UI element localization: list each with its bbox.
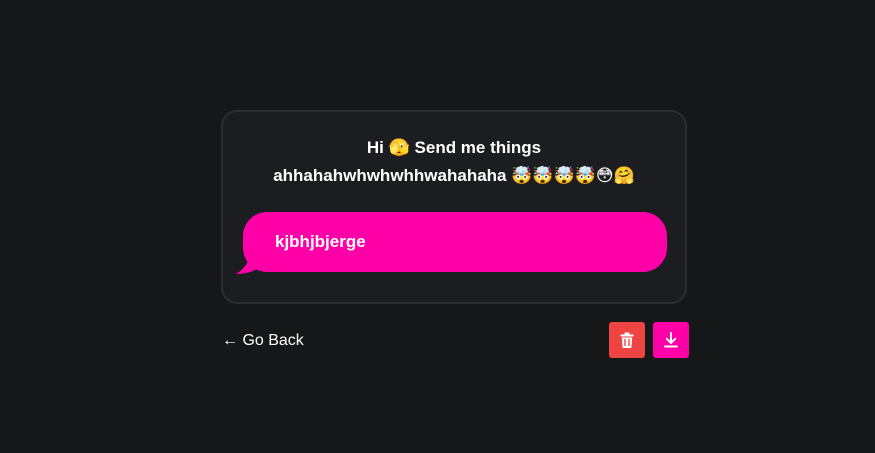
delete-button[interactable]: [609, 322, 645, 358]
prompt-line-2: ahhahahwhwhwhhwahahaha 🤯🤯🤯🤯😳🤗: [273, 166, 635, 185]
message-bubble: kjbhjbjerge: [243, 212, 667, 272]
message-text: kjbhjbjerge: [275, 232, 366, 251]
download-icon: [664, 332, 678, 348]
trash-icon: [620, 332, 634, 348]
message-card: Hi 🫣 Send me things ahhahahwhwhwhhwahaha…: [221, 110, 687, 304]
download-button[interactable]: [653, 322, 689, 358]
go-back-link[interactable]: ← Go Back: [222, 330, 304, 352]
prompt-line-1: Hi 🫣 Send me things: [366, 138, 542, 157]
prompt-text: Hi 🫣 Send me things ahhahahwhwhwhhwahaha…: [223, 134, 685, 190]
